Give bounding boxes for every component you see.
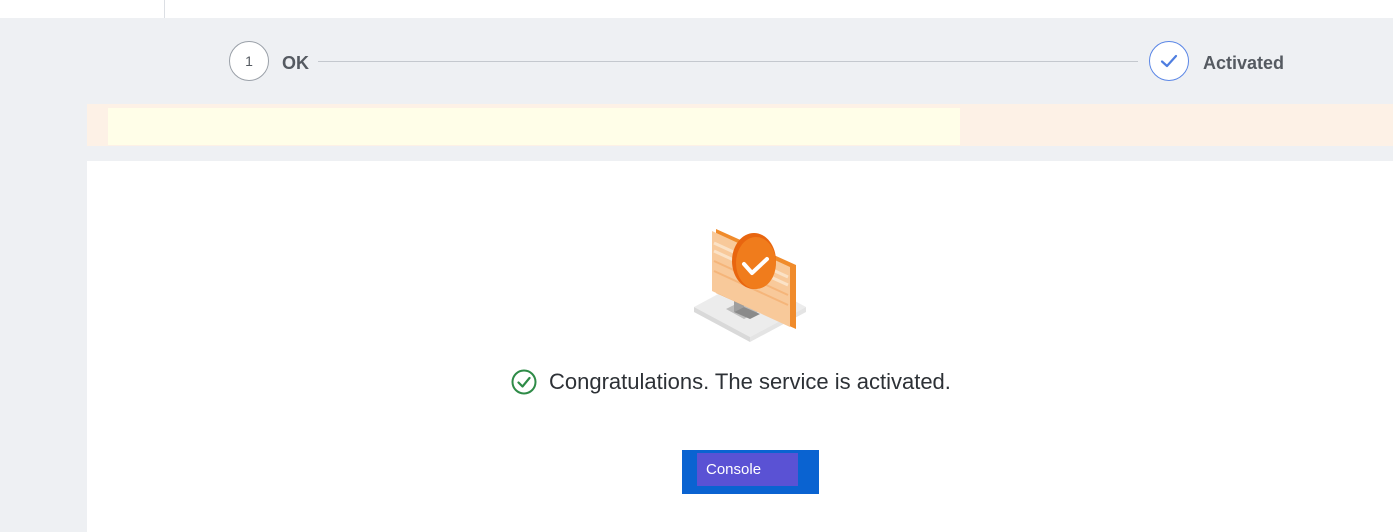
top-bar <box>0 0 1393 18</box>
stepper: 1 OK Activated <box>0 18 1393 104</box>
console-button-label: Console <box>697 453 798 486</box>
notice-banner <box>87 104 1393 146</box>
step-2-circle <box>1149 41 1189 81</box>
success-message-row: Congratulations. The service is activate… <box>511 367 951 397</box>
result-panel: Congratulations. The service is activate… <box>87 161 1393 532</box>
step-connector-line <box>318 61 1138 62</box>
monitor-check-illustration <box>694 229 806 342</box>
step-1-circle: 1 <box>229 41 269 81</box>
step-1-label: OK <box>282 53 309 73</box>
check-icon <box>1160 54 1178 68</box>
top-bar-divider <box>164 0 165 18</box>
success-message: Congratulations. The service is activate… <box>549 369 951 394</box>
check-circle-icon <box>511 369 537 395</box>
console-button[interactable]: Console <box>682 450 819 494</box>
step-1-number: 1 <box>245 53 253 69</box>
notice-banner-content <box>108 108 960 145</box>
step-2-label: Activated <box>1203 53 1285 73</box>
